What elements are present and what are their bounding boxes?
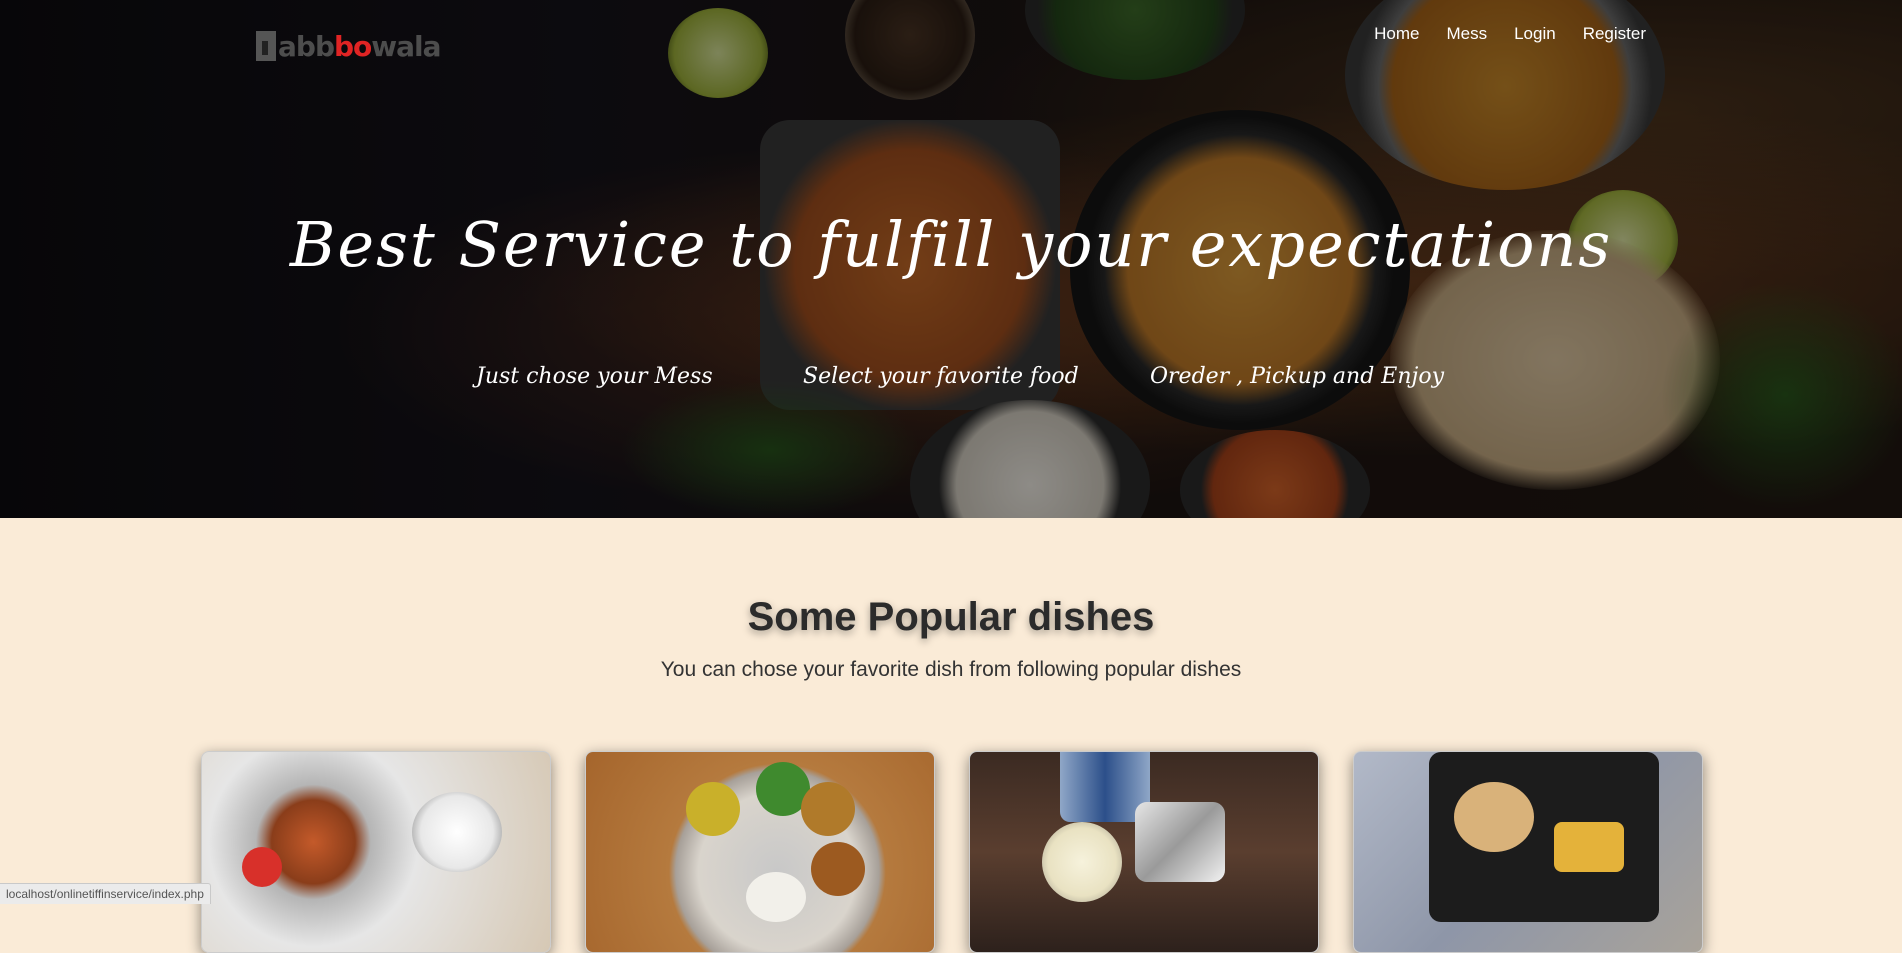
dish-image xyxy=(242,847,282,887)
dish-image xyxy=(1042,822,1122,902)
dish-image xyxy=(801,782,855,836)
hero-step: Oreder , Pickup and Enjoy xyxy=(1150,364,1444,389)
dish-card[interactable] xyxy=(1353,751,1703,953)
dish-card[interactable] xyxy=(969,751,1319,953)
nav-link-home[interactable]: Home xyxy=(1374,24,1419,44)
dish-image xyxy=(1135,802,1225,882)
dish-card[interactable] xyxy=(585,751,935,953)
hero-step: Select your favorite food xyxy=(803,364,1079,389)
site-logo[interactable]: abbbowala xyxy=(256,24,456,68)
nav-link-mess[interactable]: Mess xyxy=(1446,24,1487,44)
dish-cards xyxy=(201,751,1703,953)
dish-image xyxy=(412,792,502,872)
logo-wordmark: abbbowala xyxy=(278,29,442,63)
dish-image xyxy=(746,872,806,922)
hero-step: Just chose your Mess xyxy=(476,364,713,389)
nav-link-login[interactable]: Login xyxy=(1514,24,1556,44)
main-nav: Home Mess Login Register xyxy=(1374,24,1646,44)
hero-title: Best Service to fulfill your expectation… xyxy=(289,208,1613,281)
dish-image xyxy=(686,782,740,836)
browser-status-bar: localhost/onlinetiffinservice/index.php xyxy=(0,883,211,904)
dish-image xyxy=(811,842,865,896)
dish-image xyxy=(1554,822,1624,872)
nav-link-register[interactable]: Register xyxy=(1583,24,1646,44)
popular-dishes-title: Some Popular dishes xyxy=(747,595,1155,639)
dish-image xyxy=(1454,782,1534,852)
dish-card[interactable] xyxy=(201,751,551,953)
popular-dishes-subtitle: You can chose your favorite dish from fo… xyxy=(660,658,1242,681)
logo-icon xyxy=(256,31,276,61)
hero-banner: abbbowala Home Mess Login Register Best … xyxy=(0,0,1902,518)
